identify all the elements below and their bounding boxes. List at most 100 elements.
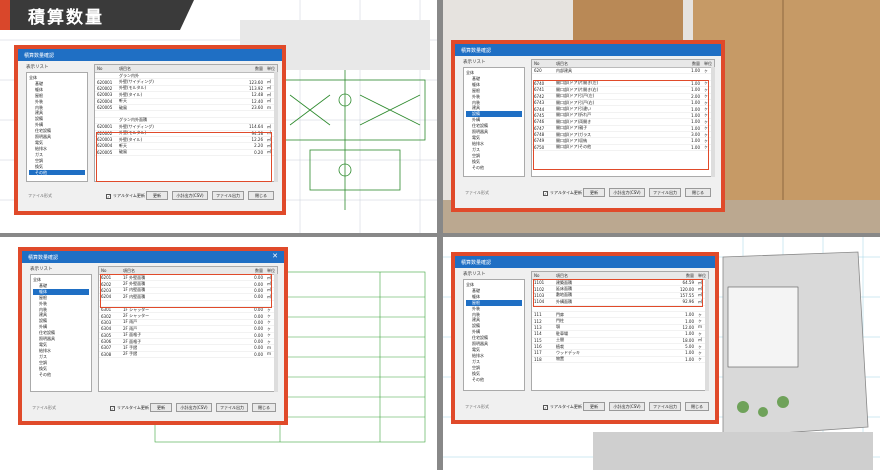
cell-qty: 12.48 [251,92,263,98]
format-label: ファイル形式 [28,193,52,198]
table-row[interactable]: 6308 2F 手摺 0.00 ｍ [99,351,277,359]
cell-no: 620002 [97,85,113,91]
cell-no: 620001 [97,79,113,85]
cell-qty: 1.00 [685,356,694,362]
cell-name: 1F 手摺 [123,345,138,350]
cell-name: 1F 面格子 [123,332,142,338]
category-tree[interactable]: 全体 基礎 躯体 屋根 外装 内装 建具 設備 外構 住宅設備 照明器具 電気 給排水 ガス 空調 換気 その他 [463,67,525,177]
cell-qty: 1.00 [685,350,694,356]
tree-label: 表示リスト [30,267,53,272]
cell-qty: 0.00 [254,319,263,325]
cell-qty: 0.00 [254,345,263,351]
realtime-checkbox[interactable]: ✓ リアルタイム更新 [110,405,149,411]
close-button[interactable]: 閉じる [685,402,709,411]
format-label: ファイル形式 [32,405,56,410]
category-tree[interactable]: 全体 基礎 躯体 屋根 外装 内装 建具 設備 外構 住宅設備 照明器具 電気 給排水 ガス 空調 換気 その他 [30,274,92,392]
col-qty: 数量 [255,65,263,71]
col-no: No [97,66,103,71]
tree-label: 表示リスト [26,65,49,70]
realtime-label: リアルタイム更新 [117,405,149,410]
checkbox-icon: ✓ [106,193,111,199]
cell-name: 外壁(サイディング) [119,79,154,85]
cell-qty: 1.00 [691,68,700,74]
dialog-title: 積算数量確認 ✕ [22,251,284,263]
close-button[interactable]: 閉じる [685,188,711,197]
grid-scrollbar[interactable] [711,67,715,177]
cell-qty: 12.00 [682,324,694,330]
tree-label: 表示リスト [463,60,486,65]
grid-scrollbar[interactable] [705,279,709,391]
close-button[interactable]: 閉じる [248,191,274,200]
screenshot-panel-1: 積算数量 積算数量確認 表示リスト 全体 基礎 躯体 屋根 外装 内装 建具 設備 外構 住宅設備… [0,0,437,233]
csv-output-button[interactable]: 小計出力(CSV) [609,402,645,411]
update-button[interactable]: 更新 [150,403,172,412]
category-tree[interactable]: 全体 基礎 躯体 屋根 外装 内装 建具 設備 外構 住宅設備 照明器具 電気 給排水 ガス 空調 換気 その他 [463,279,525,391]
file-output-button[interactable]: ファイル出力 [212,191,244,200]
cell-qty: 1.00 [685,312,694,318]
cell-qty: 0.00 [254,339,263,345]
csv-output-button[interactable]: 小計出力(CSV) [176,403,212,412]
cell-no: 116 [534,344,542,350]
cell-qty: 114.64 [249,124,263,130]
col-no: No [101,268,107,273]
category-tree[interactable]: 全体 基礎 躯体 屋根 外装 内装 建具 設備 外構 住宅設備 照明器具 電気 給排水 ガス 空調 換気 その他 [26,72,88,182]
cell-no: 113 [534,324,542,330]
tree-item[interactable]: その他 [33,372,89,378]
close-button[interactable]: 閉じる [252,403,276,412]
update-button[interactable]: 更新 [583,188,605,197]
cell-no: 118 [534,356,542,362]
csv-output-button[interactable]: 小計出力(CSV) [172,191,208,200]
cell-name: 2F 面格子 [123,338,142,344]
col-no: No [534,61,540,66]
cell-qty: 18.00 [682,337,694,343]
cell-name: 内部建具 [556,67,572,73]
csv-output-button[interactable]: 小計出力(CSV) [609,188,645,197]
realtime-label: リアルタイム更新 [550,404,582,409]
update-button[interactable]: 更新 [583,402,605,411]
cell-name: 1F 雨戸 [123,319,138,325]
file-output-button[interactable]: ファイル出力 [649,402,681,411]
col-name: 項目名 [556,60,568,66]
cell-qty: 0.00 [254,313,263,319]
highlight-box [533,279,703,307]
cell-name: 2F 雨戸 [123,325,138,331]
cell-name: 外壁(サイディング) [119,123,154,129]
tree-item[interactable]: その他 [466,377,522,383]
cell-no: 6308 [101,351,112,357]
quantity-dialog-3: 積算数量確認 ✕ 表示リスト 全体 基礎 躯体 屋根 外装 内装 建具 設備 外構 住宅設備 照明器具… [18,247,288,425]
tree-label: 表示リスト [463,272,486,277]
cell-name: グラン内外 [119,72,139,78]
cell-no: 117 [534,350,542,356]
cell-name: ウッドデッキ [556,350,580,355]
tree-item[interactable]: その他 [29,169,85,176]
table-row[interactable]: 118 物置 1.00 ヶ [532,356,708,364]
realtime-checkbox[interactable]: ✓ リアルタイム更新 [543,404,582,410]
cell-name: 破風 [119,104,127,110]
tree-item[interactable]: その他 [466,165,522,171]
cell-name: 駐車場 [556,330,568,336]
checkbox-icon: ✓ [543,404,548,410]
format-label: ファイル形式 [465,190,489,195]
col-unit: 単位 [267,65,275,71]
file-output-button[interactable]: ファイル出力 [216,403,248,412]
highlight-box [100,274,272,308]
cell-qty: 12.40 [251,98,263,104]
cell-no: 620001 [97,124,113,130]
cell-no: 620003 [97,92,113,98]
cell-name: 塀 [556,324,560,330]
grid-scrollbar[interactable] [274,72,278,182]
file-output-button[interactable]: ファイル出力 [649,188,681,197]
highlight-box [533,80,709,170]
dialog-title: 積算数量確認 [18,49,282,61]
cell-no: 620005 [97,105,113,111]
cell-name: グラン内外面積 [119,117,147,123]
cell-no: 6304 [101,326,112,332]
quantity-dialog-1: 積算数量確認 表示リスト 全体 基礎 躯体 屋根 外装 内装 建具 設備 外構 住宅設備 照明器具電… [14,45,286,215]
quantity-dialog-2: 積算数量確認 表示リスト 全体 基礎 躯体 屋根 外装 内装 建具 設備 外構 住宅設備 照明器具電… [451,40,725,212]
cell-qty: 0.00 [254,326,263,332]
realtime-checkbox[interactable]: ✓ リアルタイム更新 [106,193,145,199]
update-button[interactable]: 更新 [146,191,168,200]
close-icon[interactable]: ✕ [272,252,278,260]
grid-scrollbar[interactable] [274,274,278,392]
realtime-checkbox[interactable]: ✓ リアルタイム更新 [543,190,582,196]
